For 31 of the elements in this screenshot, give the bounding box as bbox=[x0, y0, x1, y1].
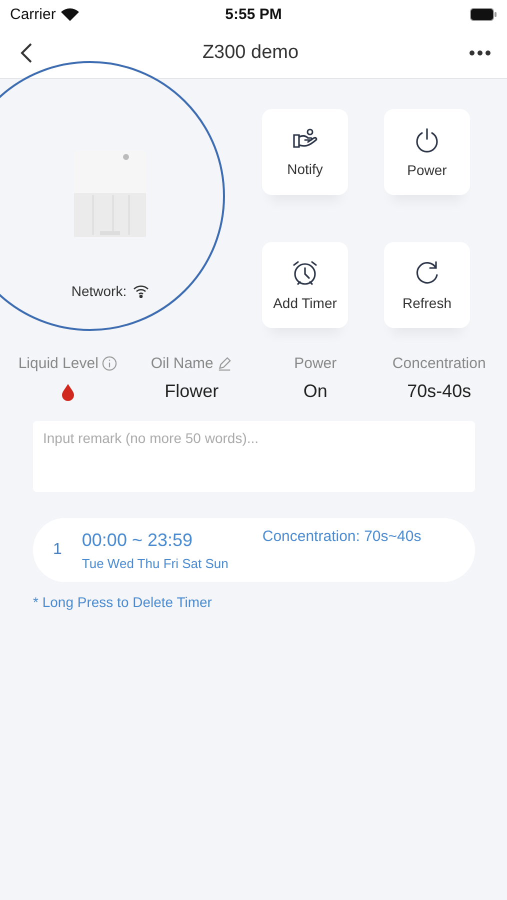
timer-button[interactable]: Add Timer bbox=[262, 242, 348, 328]
wifi-icon bbox=[132, 284, 149, 298]
timer-time-range: 00:00 ~ 23:59 bbox=[82, 530, 194, 550]
power-button[interactable]: Power bbox=[384, 109, 470, 195]
refresh-button[interactable]: Refresh bbox=[384, 242, 470, 328]
stat-value: 70s-40s bbox=[407, 381, 472, 403]
hint-text: * Long Press to Delete Timer bbox=[33, 594, 213, 610]
timer-card[interactable]: 1 00:00 ~ 23:59 Tue Wed Thu Fri Sat Sun Concentration: 70s~40s bbox=[33, 518, 475, 582]
timer-number: 1 bbox=[53, 541, 62, 559]
carrier-name: Carrier bbox=[10, 6, 56, 22]
stat-value: On bbox=[303, 381, 328, 403]
stat-label: Liquid Level bbox=[18, 355, 98, 372]
stat-label: Oil Name bbox=[150, 355, 214, 372]
timer-concentration: Concentration: 70s~40s bbox=[262, 528, 422, 545]
power-icon bbox=[413, 126, 441, 154]
notify-button[interactable]: Notify bbox=[262, 109, 348, 195]
network-label: Network: bbox=[71, 283, 127, 299]
battery-icon bbox=[470, 8, 498, 20]
timer-days: Tue Wed Thu Fri Sat Sun bbox=[82, 556, 228, 570]
remark-field[interactable]: Input remark (no more 50 words)... bbox=[33, 421, 475, 492]
pencil-icon[interactable] bbox=[217, 356, 232, 371]
clock-time: 5:55 PM bbox=[225, 6, 282, 22]
back-icon[interactable] bbox=[20, 43, 32, 63]
more-icon[interactable] bbox=[469, 50, 491, 56]
stat-value: Flower bbox=[164, 381, 219, 403]
page-title: Z300 demo bbox=[202, 42, 299, 64]
stat-label: Concentration bbox=[392, 355, 486, 372]
alarm-clock-icon bbox=[291, 258, 319, 286]
info-icon[interactable] bbox=[102, 356, 118, 371]
stat-label: Power bbox=[294, 355, 337, 372]
wifi-icon bbox=[60, 8, 79, 20]
